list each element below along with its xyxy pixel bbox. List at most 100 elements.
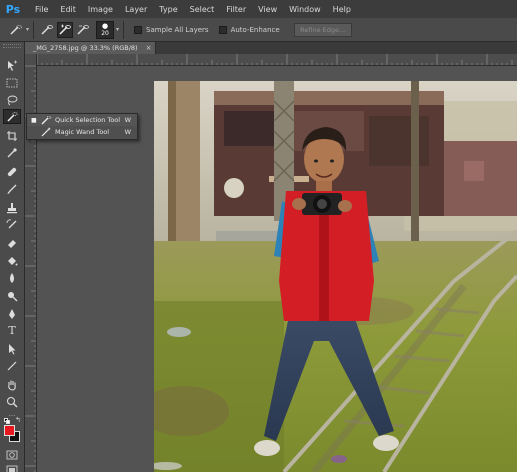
- quick-mask-icon: [6, 450, 18, 459]
- path-selection-tool[interactable]: [3, 341, 21, 356]
- pen-tool[interactable]: [3, 306, 21, 321]
- foreground-color-swatch[interactable]: [4, 425, 15, 436]
- type-icon: T: [8, 324, 16, 337]
- flyout-item-magic-wand[interactable]: Magic Wand Tool W: [27, 126, 137, 138]
- subtract-selection-icon: [77, 24, 89, 35]
- magic-wand-icon: [39, 127, 53, 137]
- line-shape-icon: [7, 361, 17, 370]
- menu-window[interactable]: Window: [289, 5, 321, 14]
- divider: [123, 20, 125, 39]
- default-colors-icon[interactable]: [4, 418, 11, 424]
- horizontal-ruler-ticks: [37, 54, 513, 65]
- pen-icon: [9, 308, 15, 319]
- add-to-selection-button[interactable]: [57, 21, 74, 38]
- chevron-down-icon[interactable]: ▾: [26, 26, 29, 33]
- quick-selection-tool[interactable]: [3, 109, 21, 124]
- crop-icon: [7, 130, 17, 141]
- eraser-tool[interactable]: [3, 235, 21, 250]
- flyout-item-label: Quick Selection Tool: [55, 116, 121, 124]
- brush-size: 20: [101, 29, 109, 37]
- zoom-icon: [6, 396, 18, 407]
- brush-icon: [7, 184, 17, 194]
- marquee-tool[interactable]: [3, 75, 21, 90]
- path-selection-icon: [9, 343, 16, 354]
- tool-preset-picker[interactable]: [8, 22, 24, 38]
- photoshop-logo: Ps: [5, 2, 21, 16]
- flyout-item-label: Magic Wand Tool: [55, 128, 110, 136]
- sample-all-layers-label: Sample All Layers: [146, 25, 209, 34]
- quick-selection-icon: [10, 24, 22, 35]
- document-title: _MG_2758.jpg @ 33.3% (RGB/8): [33, 44, 138, 52]
- bandage-icon: [7, 167, 17, 176]
- sample-all-layers-option[interactable]: Sample All Layers: [134, 25, 209, 34]
- eraser-icon: [8, 239, 16, 248]
- menu-file[interactable]: File: [35, 5, 48, 14]
- menu-bar: Ps File Edit Image Layer Type Select Fil…: [0, 0, 517, 18]
- flyout-item-shortcut: W: [124, 128, 131, 136]
- menu-help[interactable]: Help: [333, 5, 351, 14]
- move-tool[interactable]: [3, 58, 21, 73]
- menu-filter[interactable]: Filter: [226, 5, 246, 14]
- brush-dot-icon: ●: [101, 21, 109, 30]
- refine-edge-button[interactable]: Refine Edge...: [293, 22, 352, 37]
- drop-icon: [10, 272, 14, 283]
- bucket-icon: [8, 256, 18, 265]
- brush-chevron-icon[interactable]: ▾: [116, 26, 119, 33]
- type-tool[interactable]: T: [3, 323, 21, 338]
- options-bar: ▾ ● 20 ▾ Sample All Layers Auto-Enhance …: [0, 18, 517, 42]
- eyedropper-tool[interactable]: [3, 145, 21, 160]
- hand-tool[interactable]: [3, 377, 21, 392]
- horizontal-ruler[interactable]: [37, 54, 517, 66]
- hand-icon: [8, 380, 16, 391]
- screen-mode-icon: [6, 465, 18, 472]
- brush-picker[interactable]: ● 20: [96, 20, 115, 39]
- subtract-from-selection-button[interactable]: [75, 22, 91, 38]
- history-brush-icon: [6, 218, 17, 228]
- new-selection-button[interactable]: [39, 22, 55, 38]
- eyedropper-icon: [7, 147, 17, 157]
- toolbox: T ··· ↰: [0, 42, 25, 472]
- add-selection-icon: [59, 24, 71, 35]
- menu-type[interactable]: Type: [159, 5, 177, 14]
- flyout-item-shortcut: W: [124, 116, 131, 124]
- selected-bullet-icon: ■: [31, 116, 37, 124]
- menu-image[interactable]: Image: [88, 5, 113, 14]
- menu-select[interactable]: Select: [190, 5, 215, 14]
- swap-colors-icon[interactable]: ↰: [15, 416, 21, 424]
- brush-tool[interactable]: [3, 181, 21, 196]
- divider: [33, 20, 35, 39]
- screen-mode-button[interactable]: [3, 462, 21, 472]
- shape-tool[interactable]: [3, 358, 21, 373]
- marquee-icon: [6, 78, 18, 87]
- tool-flyout-menu: ■ Quick Selection Tool W Magic Wand Tool…: [26, 113, 138, 140]
- menu-layer[interactable]: Layer: [125, 5, 147, 14]
- menu-edit[interactable]: Edit: [60, 5, 76, 14]
- menu-view[interactable]: View: [258, 5, 277, 14]
- clone-stamp-tool[interactable]: [3, 200, 21, 215]
- document-tab-row: _MG_2758.jpg @ 33.3% (RGB/8) ×: [25, 42, 517, 54]
- crop-tool[interactable]: [3, 128, 21, 143]
- flyout-item-quick-selection[interactable]: ■ Quick Selection Tool W: [27, 114, 137, 126]
- sample-all-layers-checkbox[interactable]: [134, 25, 143, 34]
- quick-selection-icon: [7, 111, 18, 122]
- document-tab[interactable]: _MG_2758.jpg @ 33.3% (RGB/8) ×: [25, 42, 157, 54]
- close-icon[interactable]: ×: [146, 44, 152, 52]
- dodge-icon: [8, 291, 18, 301]
- quick-selection-icon: [39, 115, 53, 125]
- auto-enhance-option[interactable]: Auto-Enhance: [218, 25, 280, 34]
- auto-enhance-checkbox[interactable]: [218, 25, 227, 34]
- history-brush-tool[interactable]: [3, 217, 21, 232]
- toolbox-grip[interactable]: [3, 44, 21, 48]
- auto-enhance-label: Auto-Enhance: [230, 25, 280, 34]
- document-image[interactable]: [154, 81, 517, 472]
- spot-healing-tool[interactable]: [3, 164, 21, 179]
- new-selection-icon: [41, 24, 53, 35]
- photo-boy-with-camera: [154, 81, 517, 472]
- blur-tool[interactable]: [3, 270, 21, 285]
- gradient-tool[interactable]: [3, 253, 21, 268]
- dodge-tool[interactable]: [3, 288, 21, 303]
- lasso-tool[interactable]: [3, 92, 21, 107]
- zoom-tool[interactable]: [3, 394, 21, 409]
- lasso-icon: [7, 95, 18, 105]
- quick-mask-button[interactable]: [3, 447, 21, 462]
